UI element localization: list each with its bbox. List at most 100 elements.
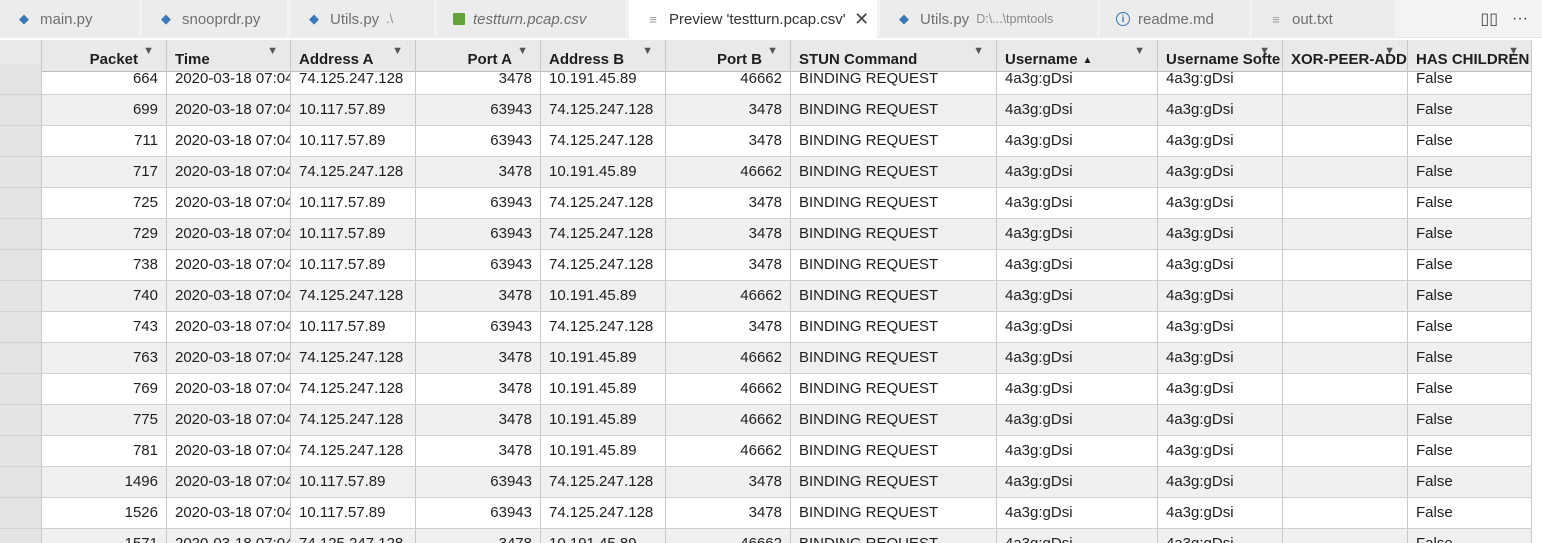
table-cell[interactable]: 4a3g:gDsi [1158, 312, 1283, 342]
tab-2[interactable]: ◆ Utils.py .\ [290, 0, 435, 38]
table-cell[interactable]: 2020-03-18 07:04 [167, 405, 291, 435]
table-cell[interactable]: 4a3g:gDsi [1158, 467, 1283, 497]
table-cell[interactable]: 63943 [416, 95, 541, 125]
table-cell[interactable]: 3478 [416, 405, 541, 435]
table-cell[interactable]: BINDING REQUEST [791, 343, 997, 373]
table-cell[interactable]: 711 [42, 126, 167, 156]
filter-icon[interactable]: ▼ [267, 45, 278, 57]
table-row[interactable]: 763 2020-03-18 07:04 74.125.247.128 3478 10.… [0, 343, 1532, 374]
row-gutter[interactable] [0, 467, 42, 497]
table-cell[interactable]: 775 [42, 405, 167, 435]
table-cell[interactable] [1283, 95, 1408, 125]
table-cell[interactable]: 4a3g:gDsi [1158, 281, 1283, 311]
tab-6[interactable]: i readme.md [1100, 0, 1250, 38]
table-cell[interactable]: 4a3g:gDsi [1158, 64, 1283, 94]
table-cell[interactable]: 10.191.45.89 [541, 343, 666, 373]
table-cell[interactable]: 10.191.45.89 [541, 436, 666, 466]
table-cell[interactable]: 10.117.57.89 [291, 219, 416, 249]
table-cell[interactable]: 46662 [666, 281, 791, 311]
filter-icon[interactable]: ▼ [767, 45, 778, 57]
table-cell[interactable]: 74.125.247.128 [291, 157, 416, 187]
table-cell[interactable] [1283, 157, 1408, 187]
row-gutter[interactable] [0, 250, 42, 280]
table-cell[interactable]: 4a3g:gDsi [997, 219, 1158, 249]
table-row[interactable]: 738 2020-03-18 07:04 10.117.57.89 63943 74.1… [0, 250, 1532, 281]
table-cell[interactable]: 2020-03-18 07:04 [167, 467, 291, 497]
table-cell[interactable]: 4a3g:gDsi [1158, 436, 1283, 466]
table-row[interactable]: 717 2020-03-18 07:04 74.125.247.128 3478 10.… [0, 157, 1532, 188]
table-cell[interactable] [1283, 64, 1408, 94]
table-cell[interactable]: 4a3g:gDsi [1158, 95, 1283, 125]
table-cell[interactable]: BINDING REQUEST [791, 529, 997, 543]
table-cell[interactable]: 10.117.57.89 [291, 126, 416, 156]
table-cell[interactable]: False [1408, 343, 1532, 373]
table-row[interactable]: 769 2020-03-18 07:04 74.125.247.128 3478 10.… [0, 374, 1532, 405]
row-gutter[interactable] [0, 219, 42, 249]
table-cell[interactable]: 3478 [666, 188, 791, 218]
table-cell[interactable]: 10.191.45.89 [541, 64, 666, 94]
table-cell[interactable]: BINDING REQUEST [791, 250, 997, 280]
table-cell[interactable] [1283, 188, 1408, 218]
table-cell[interactable]: 74.125.247.128 [291, 374, 416, 404]
table-cell[interactable]: 3478 [416, 157, 541, 187]
table-cell[interactable]: 74.125.247.128 [541, 467, 666, 497]
table-cell[interactable]: 4a3g:gDsi [997, 374, 1158, 404]
table-cell[interactable]: 2020-03-18 07:04 [167, 188, 291, 218]
table-cell[interactable]: 46662 [666, 529, 791, 543]
table-cell[interactable]: 10.117.57.89 [291, 498, 416, 528]
table-cell[interactable]: 3478 [666, 250, 791, 280]
table-cell[interactable]: 4a3g:gDsi [1158, 250, 1283, 280]
table-cell[interactable]: False [1408, 95, 1532, 125]
table-cell[interactable]: 1526 [42, 498, 167, 528]
table-cell[interactable]: 3478 [666, 498, 791, 528]
table-cell[interactable]: 74.125.247.128 [291, 281, 416, 311]
table-cell[interactable]: 46662 [666, 436, 791, 466]
table-cell[interactable]: 763 [42, 343, 167, 373]
filter-icon[interactable]: ▼ [517, 45, 528, 57]
row-gutter[interactable] [0, 374, 42, 404]
row-gutter[interactable] [0, 126, 42, 156]
table-cell[interactable]: 10.191.45.89 [541, 281, 666, 311]
table-cell[interactable]: 46662 [666, 157, 791, 187]
filter-icon[interactable]: ▼ [1384, 45, 1395, 57]
row-gutter[interactable] [0, 343, 42, 373]
table-cell[interactable]: 74.125.247.128 [541, 95, 666, 125]
table-row[interactable]: 743 2020-03-18 07:04 10.117.57.89 63943 74.1… [0, 312, 1532, 343]
table-row[interactable]: 711 2020-03-18 07:04 10.117.57.89 63943 74.1… [0, 126, 1532, 157]
table-cell[interactable]: 2020-03-18 07:04 [167, 95, 291, 125]
table-cell[interactable]: 3478 [416, 281, 541, 311]
table-cell[interactable]: 2020-03-18 07:04 [167, 64, 291, 94]
table-cell[interactable]: 4a3g:gDsi [997, 64, 1158, 94]
table-row[interactable]: 740 2020-03-18 07:04 74.125.247.128 3478 10.… [0, 281, 1532, 312]
table-cell[interactable]: 4a3g:gDsi [1158, 405, 1283, 435]
table-cell[interactable]: 10.117.57.89 [291, 95, 416, 125]
table-cell[interactable]: 10.191.45.89 [541, 405, 666, 435]
table-cell[interactable]: BINDING REQUEST [791, 405, 997, 435]
table-cell[interactable] [1283, 374, 1408, 404]
table-cell[interactable]: 2020-03-18 07:04 [167, 157, 291, 187]
table-cell[interactable]: False [1408, 188, 1532, 218]
table-cell[interactable]: 74.125.247.128 [291, 343, 416, 373]
table-cell[interactable]: 729 [42, 219, 167, 249]
table-cell[interactable]: 743 [42, 312, 167, 342]
table-cell[interactable]: 1496 [42, 467, 167, 497]
table-cell[interactable]: 63943 [416, 467, 541, 497]
table-cell[interactable]: 10.191.45.89 [541, 157, 666, 187]
filter-icon[interactable]: ▼ [1259, 45, 1270, 57]
table-cell[interactable] [1283, 343, 1408, 373]
table-cell[interactable]: 2020-03-18 07:04 [167, 374, 291, 404]
table-cell[interactable]: 4a3g:gDsi [997, 157, 1158, 187]
table-cell[interactable]: False [1408, 281, 1532, 311]
table-cell[interactable]: 2020-03-18 07:04 [167, 312, 291, 342]
table-cell[interactable]: BINDING REQUEST [791, 64, 997, 94]
tab-7[interactable]: ≡ out.txt [1252, 0, 1396, 38]
table-cell[interactable]: BINDING REQUEST [791, 95, 997, 125]
table-cell[interactable]: 4a3g:gDsi [1158, 374, 1283, 404]
filter-icon[interactable]: ▼ [143, 45, 154, 57]
table-cell[interactable]: 74.125.247.128 [541, 312, 666, 342]
row-gutter[interactable] [0, 95, 42, 125]
table-cell[interactable]: 725 [42, 188, 167, 218]
table-cell[interactable]: BINDING REQUEST [791, 219, 997, 249]
table-cell[interactable]: 10.117.57.89 [291, 188, 416, 218]
table-cell[interactable]: 74.125.247.128 [291, 64, 416, 94]
